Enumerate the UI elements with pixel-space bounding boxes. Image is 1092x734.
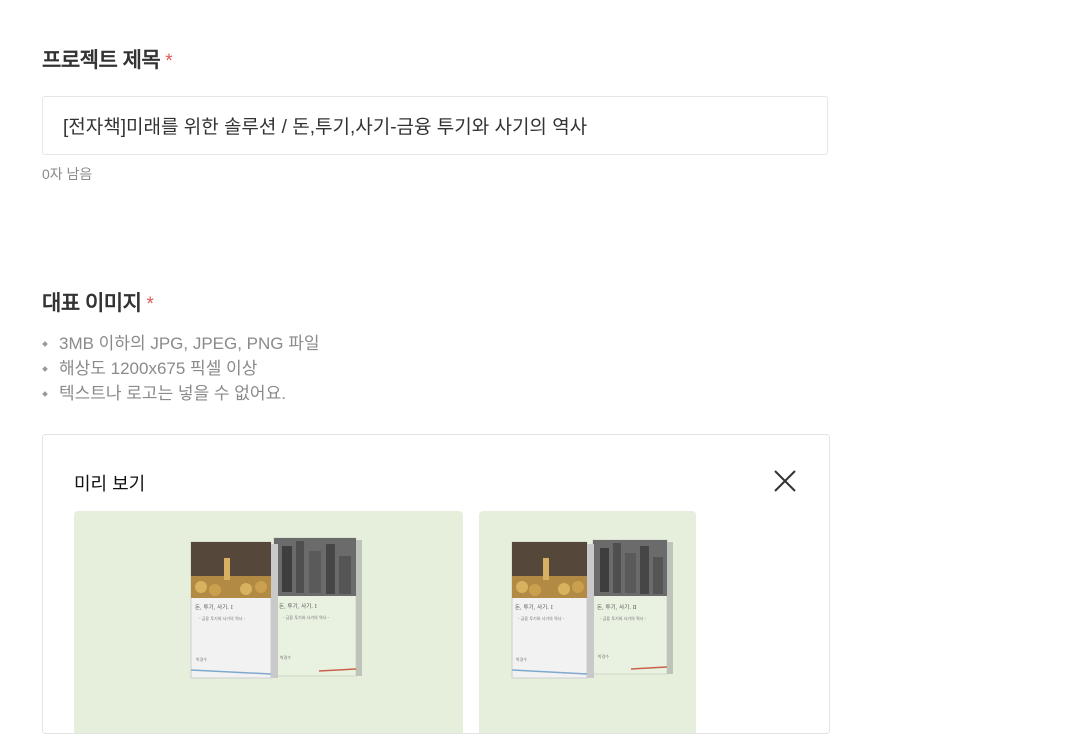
required-mark: *	[146, 294, 154, 315]
svg-text:박경수: 박경수	[280, 654, 291, 660]
preview-card: 미리 보기 돈, 투기, 사기. Ⅰ - 금융 투기와 사기의 역사 - 박경수	[42, 434, 830, 734]
svg-text:- 금융 투기와 사기의 역사 -: - 금융 투기와 사기의 역사 -	[283, 614, 330, 620]
project-title-value: [전자책]미래를 위한 솔루션 / 돈,투기,사기-금융 투기와 사기의 역사	[63, 117, 588, 138]
book-right: 돈, 투기, 사기. Ⅱ - 금융 투기와 사기의 역사 - 박경수	[592, 539, 673, 675]
svg-text:돈, 투기, 사기. Ⅱ: 돈, 투기, 사기. Ⅱ	[597, 603, 637, 611]
svg-text:박경수: 박경수	[516, 656, 527, 662]
svg-text:돈, 투기, 사기. Ⅰ: 돈, 투기, 사기. Ⅰ	[279, 602, 317, 610]
cover-image-guidelines: 3MB 이하의 JPG, JPEG, PNG 파일 해상도 1200x675 픽…	[42, 331, 320, 406]
book-left: 돈, 투기, 사기. Ⅰ - 금융 투기와 사기의 역사 - 박경수	[511, 541, 594, 679]
project-title-heading: 프로젝트 제목 *	[42, 44, 173, 74]
guideline-item: 해상도 1200x675 픽셀 이상	[42, 356, 320, 381]
preview-thumbnail-large: 돈, 투기, 사기. Ⅰ - 금융 투기와 사기의 역사 - 박경수 돈, 투기…	[74, 511, 463, 733]
bullet-icon	[42, 341, 48, 347]
svg-text:- 금융 투기와 사기의 역사 -: - 금융 투기와 사기의 역사 -	[199, 615, 246, 621]
preview-label: 미리 보기	[74, 474, 146, 494]
cover-image-label: 대표 이미지	[42, 292, 142, 315]
preview-thumbnail-small: 돈, 투기, 사기. Ⅱ - 금융 투기와 사기의 역사 - 박경수 돈, 투기…	[479, 511, 696, 733]
title-char-counter: 0자 남음	[42, 166, 93, 182]
book-right: 돈, 투기, 사기. Ⅰ - 금융 투기와 사기의 역사 - 박경수	[273, 537, 362, 677]
svg-text:박경수: 박경수	[196, 656, 207, 662]
cover-image-heading: 대표 이미지 *	[42, 287, 154, 317]
bullet-icon	[42, 366, 48, 372]
svg-text:- 금융 투기와 사기의 역사 -: - 금융 투기와 사기의 역사 -	[518, 615, 565, 621]
project-title-input[interactable]: [전자책]미래를 위한 솔루션 / 돈,투기,사기-금융 투기와 사기의 역사	[42, 96, 828, 155]
bullet-icon	[42, 391, 48, 397]
guideline-item: 3MB 이하의 JPG, JPEG, PNG 파일	[42, 331, 320, 356]
project-title-label: 프로젝트 제목	[42, 49, 161, 72]
svg-text:- 금융 투기와 사기의 역사 -: - 금융 투기와 사기의 역사 -	[600, 615, 647, 621]
book-left: 돈, 투기, 사기. Ⅰ - 금융 투기와 사기의 역사 - 박경수	[190, 541, 278, 679]
svg-text:돈, 투기, 사기. Ⅰ: 돈, 투기, 사기. Ⅰ	[195, 603, 233, 611]
guideline-item: 텍스트나 로고는 넣을 수 없어요.	[42, 381, 320, 406]
book-cover-mockup: 돈, 투기, 사기. Ⅰ - 금융 투기와 사기의 역사 - 박경수 돈, 투기…	[190, 537, 362, 679]
required-mark: *	[165, 51, 173, 72]
close-icon[interactable]	[772, 468, 798, 494]
book-cover-mockup: 돈, 투기, 사기. Ⅱ - 금융 투기와 사기의 역사 - 박경수 돈, 투기…	[511, 539, 673, 679]
svg-text:박경수: 박경수	[598, 653, 609, 659]
svg-text:돈, 투기, 사기. Ⅰ: 돈, 투기, 사기. Ⅰ	[515, 603, 553, 611]
